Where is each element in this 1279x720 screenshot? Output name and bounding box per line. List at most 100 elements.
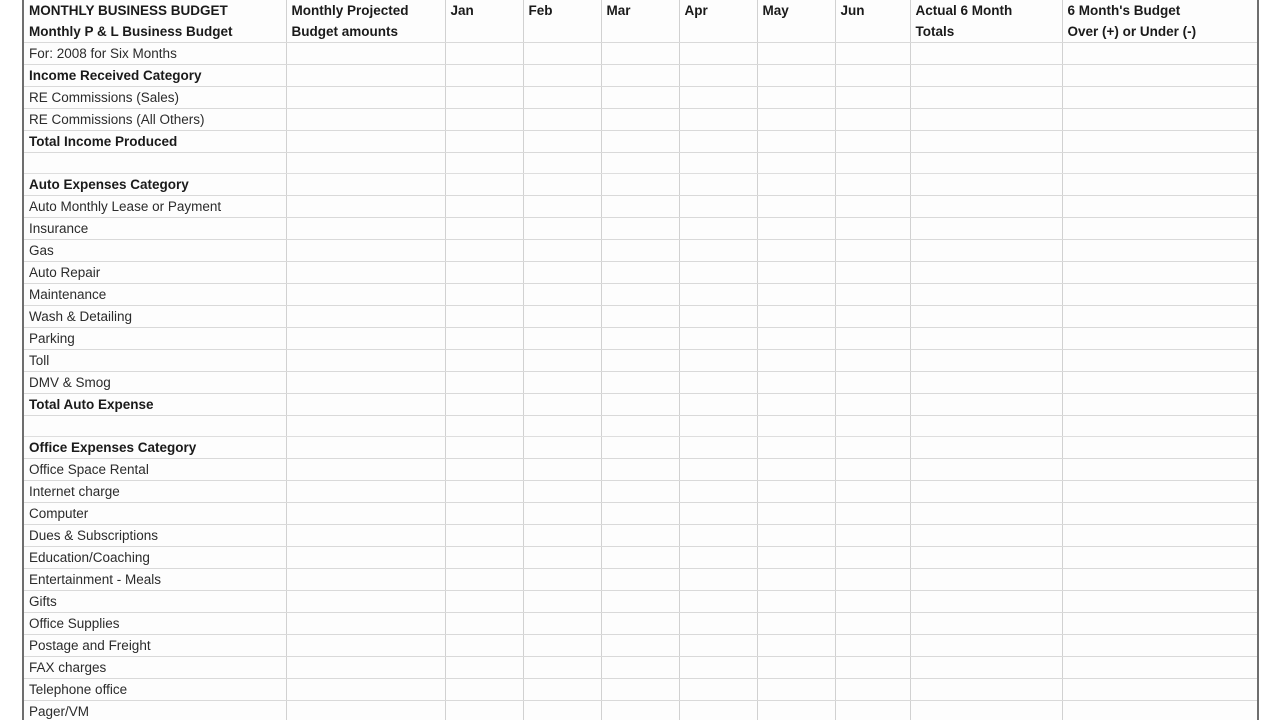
cell-projected[interactable] — [286, 678, 446, 701]
cell-over-under[interactable] — [1062, 217, 1257, 240]
cell-month-apr[interactable] — [679, 64, 758, 87]
cell-actual-total[interactable] — [910, 524, 1063, 547]
cell-month-feb[interactable] — [523, 678, 602, 701]
cell-month-may[interactable] — [757, 152, 836, 174]
cell-actual-total[interactable] — [910, 568, 1063, 591]
cell-month-jan[interactable] — [445, 152, 524, 174]
row-label[interactable]: Income Received Category — [24, 64, 287, 87]
table-row[interactable]: Office Supplies — [24, 612, 1257, 635]
cell-month-may[interactable] — [757, 502, 836, 525]
cell-month-may[interactable] — [757, 678, 836, 701]
cell-month-may[interactable] — [757, 371, 836, 394]
cell-month-mar[interactable] — [601, 283, 680, 306]
cell-month-feb[interactable] — [523, 130, 602, 153]
cell-over-under[interactable] — [1062, 42, 1257, 65]
cell-month-jun[interactable] — [835, 393, 911, 416]
cell-month-mar[interactable] — [601, 415, 680, 437]
cell-month-mar[interactable] — [601, 261, 680, 284]
cell-month-mar[interactable] — [601, 436, 680, 459]
cell-month-jun[interactable] — [835, 568, 911, 591]
cell-month-mar[interactable] — [601, 217, 680, 240]
cell-month-feb[interactable] — [523, 415, 602, 437]
cell-actual-total[interactable] — [910, 64, 1063, 87]
cell-over-under[interactable] — [1062, 678, 1257, 701]
cell-over-under[interactable] — [1062, 458, 1257, 481]
table-row[interactable]: Pager/VM — [24, 700, 1257, 720]
budget-table[interactable]: MONTHLY BUSINESS BUDGET Monthly Projected… — [24, 0, 1257, 720]
cell-actual-total[interactable] — [910, 349, 1063, 372]
cell-projected[interactable] — [286, 502, 446, 525]
cell-projected[interactable] — [286, 283, 446, 306]
cell-projected[interactable] — [286, 64, 446, 87]
cell-projected[interactable] — [286, 108, 446, 131]
cell-month-apr[interactable] — [679, 678, 758, 701]
cell-actual-total[interactable] — [910, 656, 1063, 679]
cell-month-may[interactable] — [757, 612, 836, 635]
table-row[interactable]: Education/Coaching — [24, 546, 1257, 569]
cell-month-jan[interactable] — [445, 436, 524, 459]
cell-actual-total[interactable] — [910, 678, 1063, 701]
cell-month-feb[interactable] — [523, 21, 602, 43]
cell-month-jan[interactable] — [445, 393, 524, 416]
table-row[interactable]: Internet charge — [24, 480, 1257, 503]
row-label[interactable]: Auto Expenses Category — [24, 173, 287, 196]
cell-month-jan[interactable] — [445, 283, 524, 306]
cell-month-may[interactable] — [757, 217, 836, 240]
table-row[interactable]: Wash & Detailing — [24, 305, 1257, 328]
cell-month-feb[interactable] — [523, 524, 602, 547]
cell-month-feb[interactable] — [523, 480, 602, 503]
cell-month-apr[interactable] — [679, 173, 758, 196]
cell-month-may[interactable] — [757, 568, 836, 591]
cell-month-feb[interactable] — [523, 436, 602, 459]
cell-over-under[interactable] — [1062, 568, 1257, 591]
cell-month-jan[interactable] — [445, 590, 524, 613]
cell-month-jun[interactable] — [835, 86, 911, 109]
table-row[interactable]: Income Received Category — [24, 64, 1257, 87]
row-label[interactable]: Office Space Rental — [24, 458, 287, 481]
table-row[interactable]: Office Expenses Category — [24, 436, 1257, 459]
cell-month-apr[interactable] — [679, 86, 758, 109]
cell-over-under[interactable] — [1062, 283, 1257, 306]
cell-month-apr[interactable] — [679, 612, 758, 635]
cell-month-mar[interactable] — [601, 371, 680, 394]
cell-month-may[interactable] — [757, 195, 836, 218]
cell-month-may[interactable] — [757, 480, 836, 503]
cell-month-jan[interactable] — [445, 261, 524, 284]
cell-projected[interactable] — [286, 524, 446, 547]
cell-month-mar[interactable] — [601, 195, 680, 218]
cell-month-feb[interactable] — [523, 108, 602, 131]
cell-month-apr[interactable] — [679, 568, 758, 591]
row-label[interactable]: RE Commissions (Sales) — [24, 86, 287, 109]
cell-month-jan[interactable] — [445, 42, 524, 65]
cell-month-may[interactable] — [757, 349, 836, 372]
cell-month-jun[interactable] — [835, 173, 911, 196]
cell-over-under[interactable] — [1062, 524, 1257, 547]
cell-projected[interactable] — [286, 42, 446, 65]
table-row[interactable]: Gifts — [24, 590, 1257, 613]
table-row[interactable]: Postage and Freight — [24, 634, 1257, 657]
cell-month-apr[interactable] — [679, 217, 758, 240]
cell-over-under[interactable] — [1062, 349, 1257, 372]
cell-month-apr[interactable] — [679, 415, 758, 437]
cell-spacer[interactable] — [24, 152, 287, 174]
cell-month-mar[interactable] — [601, 349, 680, 372]
cell-month-apr[interactable] — [679, 108, 758, 131]
cell-month-may[interactable] — [757, 64, 836, 87]
cell-projected[interactable] — [286, 217, 446, 240]
cell-month-jun[interactable] — [835, 524, 911, 547]
table-row[interactable]: Dues & Subscriptions — [24, 524, 1257, 547]
cell-month-apr[interactable] — [679, 195, 758, 218]
row-label-subtitle[interactable]: Monthly P & L Business Budget — [24, 21, 287, 43]
cell-over-under[interactable] — [1062, 195, 1257, 218]
cell-over-under[interactable] — [1062, 86, 1257, 109]
cell-over-under[interactable] — [1062, 327, 1257, 350]
cell-over-under[interactable] — [1062, 656, 1257, 679]
cell-month-jun[interactable] — [835, 415, 911, 437]
cell-month-feb[interactable] — [523, 86, 602, 109]
cell-month-apr[interactable] — [679, 283, 758, 306]
cell-projected[interactable] — [286, 415, 446, 437]
cell-month-jan[interactable] — [445, 64, 524, 87]
cell-over-under[interactable] — [1062, 261, 1257, 284]
cell-month-may[interactable] — [757, 634, 836, 657]
table-row[interactable]: Maintenance — [24, 283, 1257, 306]
